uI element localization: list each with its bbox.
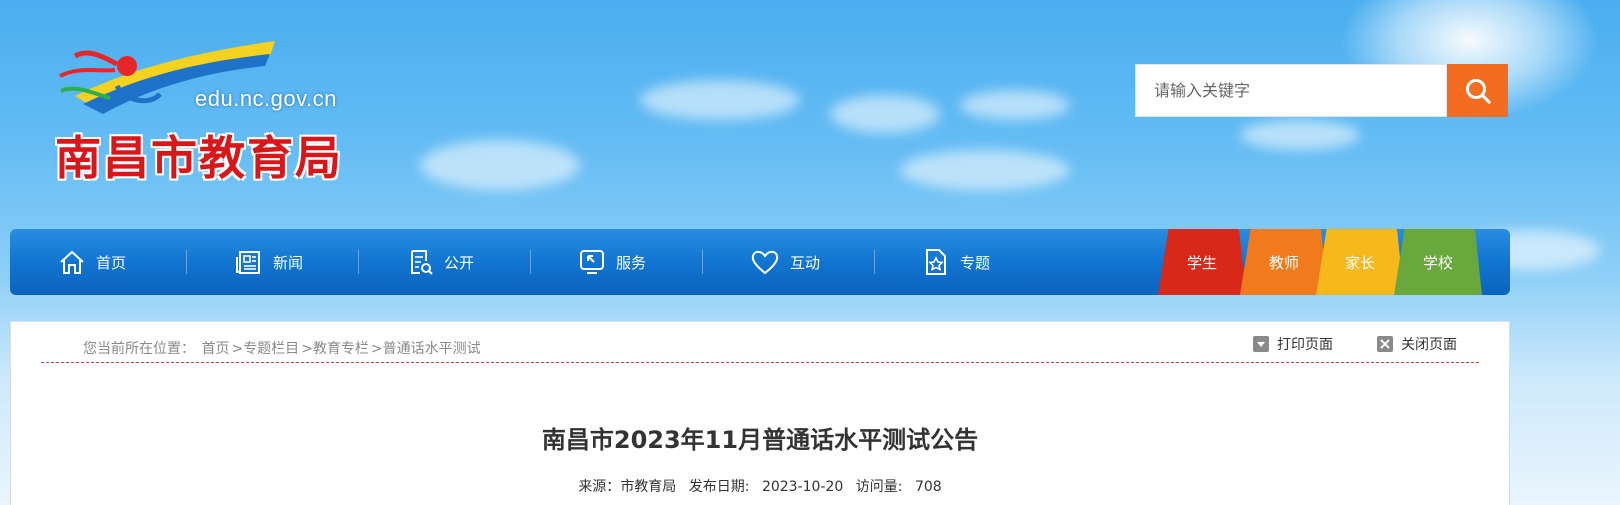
badge-icon [926,249,946,275]
nav-label: 新闻 [273,253,304,272]
role-tab-teacher[interactable]: 教师 [1240,229,1328,295]
print-label: 打印页面 [1277,337,1333,353]
breadcrumb-link[interactable]: 普通话水平测试 [383,341,481,357]
site-logo[interactable]: edu.nc.gov.cn 南昌市教育局 [55,36,365,186]
breadcrumb-link[interactable]: 教育专栏 [313,341,369,357]
source-value: 市教育局 [620,479,677,495]
cloud [900,150,1070,190]
nav-divider [874,250,875,274]
newspaper-icon [236,251,260,274]
role-tab-parent[interactable]: 家长 [1316,229,1404,295]
nav-label: 首页 [96,253,127,272]
content-panel: 您当前所在位置： 首页 >专题栏目 >教育专栏 >普通话水平测试 打印页面 关闭页面 … [10,321,1510,505]
cloud [420,140,580,190]
close-icon [1377,336,1393,352]
nav-divider [702,250,703,274]
nav-divider [186,250,187,274]
logo-emblem-icon [59,41,275,114]
search-icon [1465,78,1491,104]
role-label: 学生 [1186,253,1217,272]
nav-label: 专题 [960,253,991,272]
article-title: 南昌市2023年11月普通话水平测试公告 [541,426,979,454]
views-label: 访问量: [855,479,903,495]
role-tab-student[interactable]: 学生 [1158,229,1246,295]
print-page-button[interactable]: 打印页面 [1253,334,1333,354]
logo-title: 南昌市教育局 [55,131,343,185]
nav-item-public[interactable]: 公开 [406,229,474,295]
nav-divider [358,250,359,274]
document-icon [411,250,433,275]
article-meta: 来源：市教育局 发布日期: 2023-10-20 访问量: 708 [11,476,1509,496]
role-label: 教师 [1268,253,1299,272]
nav-label: 公开 [444,253,475,272]
search-input[interactable] [1135,64,1447,117]
breadcrumb: 您当前所在位置： 首页 >专题栏目 >教育专栏 >普通话水平测试 [83,341,481,357]
nav-label: 服务 [616,253,647,272]
nav-label: 互动 [790,253,821,272]
breadcrumb-link[interactable]: 首页 [201,341,229,357]
nav-item-news[interactable]: 新闻 [235,229,303,295]
close-label: 关闭页面 [1401,337,1457,353]
role-tab-school[interactable]: 学校 [1394,229,1482,295]
breadcrumb-link[interactable]: 专题栏目 [243,341,299,357]
nav-item-topics[interactable]: 专题 [922,229,990,295]
main-nav: 首页 新闻 公开 服务 互动 专题 学生 教师 家长 学校 [10,229,1510,295]
search-button[interactable] [1447,64,1508,117]
breadcrumb-prefix: 您当前所在位置： [83,341,195,357]
cloud [1240,120,1360,150]
cloud [960,90,1070,120]
search-bar [1135,64,1508,117]
nav-item-home[interactable]: 首页 [58,229,126,295]
views-value: 708 [914,479,942,495]
service-icon [580,250,604,274]
home-icon [60,250,84,274]
print-icon [1253,336,1269,352]
page-tools: 打印页面 关闭页面 [1253,334,1457,354]
cloud [830,95,940,133]
close-page-button[interactable]: 关闭页面 [1377,334,1457,354]
date-label: 发布日期: [688,479,750,495]
divider-line [41,362,1479,363]
role-label: 学校 [1422,253,1453,272]
source-label: 来源： [578,479,621,495]
cloud [640,80,800,120]
date-value: 2023-10-20 [761,479,844,495]
nav-item-service[interactable]: 服务 [578,229,646,295]
logo-domain: edu.nc.gov.cn [195,86,337,111]
nav-item-interact[interactable]: 互动 [750,229,820,295]
role-label: 家长 [1344,253,1375,272]
heart-icon [751,250,779,275]
nav-divider [530,250,531,274]
